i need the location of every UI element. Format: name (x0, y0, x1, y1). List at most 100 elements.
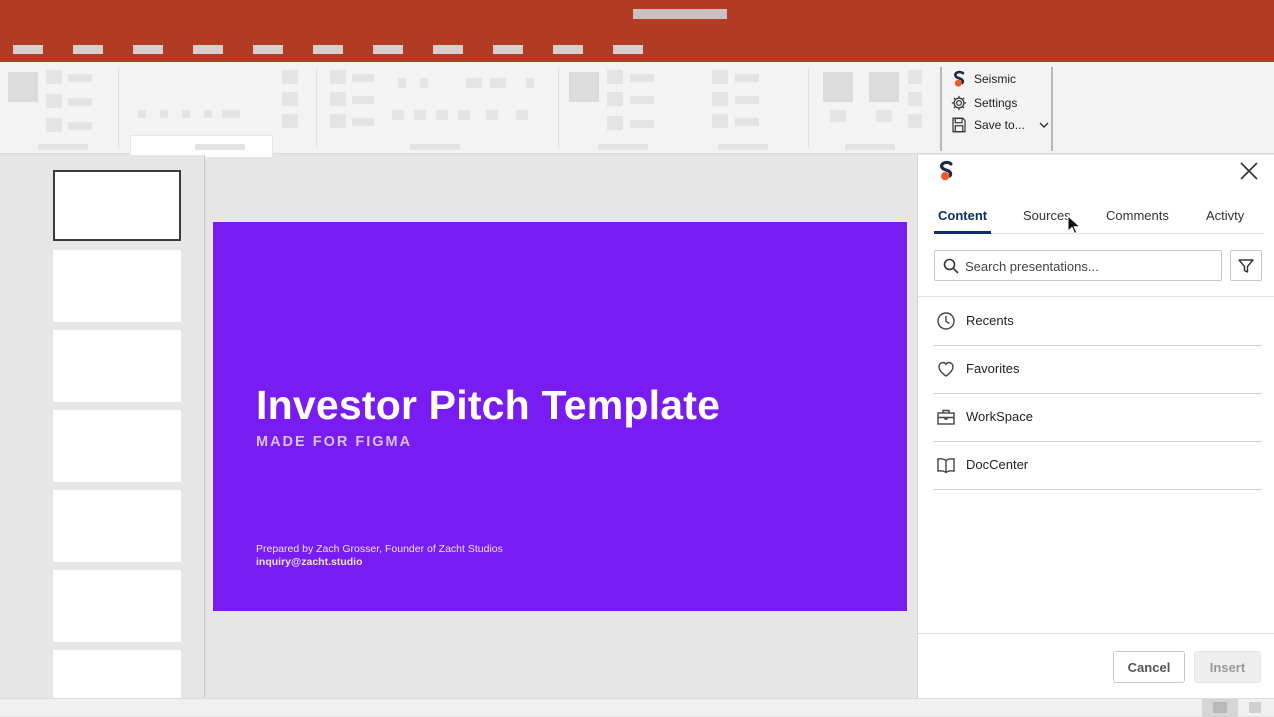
insert-button[interactable]: Insert (1194, 651, 1261, 683)
ribbon-button[interactable] (516, 110, 528, 120)
menu-tab[interactable] (433, 45, 463, 54)
ribbon-button[interactable] (46, 70, 62, 84)
ribbon-group-label (845, 144, 895, 150)
seismic-panel: Content Sources Comments Activty Recents… (917, 155, 1274, 698)
list-item-favorites[interactable]: Favorites (934, 346, 1262, 394)
ribbon-button[interactable] (830, 110, 846, 122)
slide-email[interactable]: inquiry@zacht.studio (256, 556, 363, 568)
ribbon-button[interactable] (282, 70, 298, 84)
slide-thumbnail[interactable] (53, 330, 181, 402)
seismic-ribbon-button[interactable]: Seismic (950, 69, 1016, 89)
ribbon-button[interactable] (712, 92, 728, 106)
ribbon-button[interactable] (182, 110, 190, 118)
cancel-button[interactable]: Cancel (1113, 651, 1185, 683)
menu-tab[interactable] (613, 45, 643, 54)
mouse-cursor-icon (1067, 214, 1082, 235)
ribbon-button[interactable] (569, 72, 599, 102)
ribbon-label (352, 118, 374, 126)
slide-thumbnails-pane[interactable] (0, 155, 205, 698)
ribbon-button[interactable] (8, 72, 38, 102)
ribbon-button[interactable] (46, 94, 62, 108)
ribbon-separator (558, 68, 559, 148)
ribbon-button[interactable] (607, 70, 623, 84)
ribbon-button[interactable] (908, 70, 922, 84)
ribbon-button[interactable] (869, 72, 899, 102)
ribbon-button[interactable] (282, 114, 298, 128)
ribbon-button[interactable] (330, 114, 346, 128)
ribbon-button[interactable] (486, 110, 498, 120)
ribbon-label (735, 96, 759, 104)
slide-thumbnail-selected[interactable] (53, 170, 181, 241)
ribbon-button[interactable] (712, 70, 728, 84)
menu-tab[interactable] (313, 45, 343, 54)
ribbon-button[interactable] (458, 110, 470, 120)
clock-icon (936, 311, 956, 331)
slide-thumbnail[interactable] (53, 650, 181, 698)
menu-tab[interactable] (493, 45, 523, 54)
filter-icon (1237, 257, 1255, 275)
list-item-doccenter[interactable]: DocCenter (934, 442, 1262, 490)
tab-activity[interactable]: Activty (1206, 208, 1244, 223)
save-to-ribbon-button[interactable]: Save to... (950, 115, 1049, 135)
normal-view-button[interactable] (1202, 699, 1238, 717)
ribbon-label (630, 120, 654, 128)
list-item-recents[interactable]: Recents (934, 298, 1262, 346)
ribbon-button[interactable] (436, 110, 448, 120)
ribbon-button[interactable] (607, 116, 623, 130)
ribbon-separator (118, 68, 119, 148)
ribbon-button[interactable] (526, 78, 534, 88)
search-input[interactable] (965, 255, 1215, 277)
settings-ribbon-label: Settings (974, 96, 1018, 110)
slide-title[interactable]: Investor Pitch Template (256, 382, 720, 429)
ribbon-button[interactable] (414, 110, 426, 120)
list-item-workspace[interactable]: WorkSpace (934, 394, 1262, 442)
ribbon-button[interactable] (330, 92, 346, 106)
ribbon-button[interactable] (908, 92, 922, 106)
ribbon-button[interactable] (712, 114, 728, 128)
ribbon-separator (316, 68, 317, 148)
chevron-down-icon[interactable] (1039, 121, 1049, 129)
ribbon-button[interactable] (398, 78, 406, 88)
close-icon[interactable] (1237, 159, 1261, 183)
tab-sources[interactable]: Sources (1023, 208, 1071, 223)
settings-ribbon-button[interactable]: Settings (950, 93, 1017, 113)
ribbon-button[interactable] (222, 110, 240, 118)
menu-tab[interactable] (193, 45, 223, 54)
ribbon-button[interactable] (490, 78, 506, 88)
ribbon-button[interactable] (138, 110, 146, 118)
menu-tab[interactable] (133, 45, 163, 54)
slide-subtitle[interactable]: MADE FOR FIGMA (256, 434, 412, 450)
ribbon-button[interactable] (46, 118, 62, 132)
ribbon-button[interactable] (466, 78, 482, 88)
window-title-placeholder (633, 9, 727, 19)
tab-content[interactable]: Content (938, 208, 987, 223)
ribbon-button[interactable] (160, 110, 168, 118)
ribbon-label (630, 96, 654, 104)
filter-button[interactable] (1230, 250, 1262, 281)
ribbon-button[interactable] (823, 72, 853, 102)
slide-sorter-view-button[interactable] (1249, 702, 1261, 713)
ribbon-button[interactable] (204, 110, 212, 118)
slide-canvas[interactable]: Investor Pitch Template MADE FOR FIGMA P… (213, 222, 907, 611)
slide-prepared-by[interactable]: Prepared by Zach Grosser, Founder of Zac… (256, 543, 503, 555)
slide-thumbnail[interactable] (53, 250, 181, 322)
menu-tab[interactable] (373, 45, 403, 54)
status-bar (0, 698, 1274, 717)
ribbon-button[interactable] (420, 78, 428, 88)
ribbon-button[interactable] (607, 92, 623, 106)
ribbon-button[interactable] (908, 114, 922, 128)
menu-tab[interactable] (73, 45, 103, 54)
menu-tab[interactable] (553, 45, 583, 54)
ribbon-button[interactable] (392, 110, 404, 120)
ribbon-button[interactable] (876, 110, 892, 122)
menu-tab[interactable] (253, 45, 283, 54)
slide-thumbnail[interactable] (53, 570, 181, 642)
tab-comments[interactable]: Comments (1106, 208, 1169, 223)
panel-footer: Cancel Insert (918, 633, 1274, 698)
ribbon-button[interactable] (282, 92, 298, 106)
ribbon-button[interactable] (330, 70, 346, 84)
slide-thumbnail[interactable] (53, 490, 181, 562)
menu-tab[interactable] (13, 45, 43, 54)
slide-thumbnail[interactable] (53, 410, 181, 482)
search-box[interactable] (934, 250, 1222, 281)
